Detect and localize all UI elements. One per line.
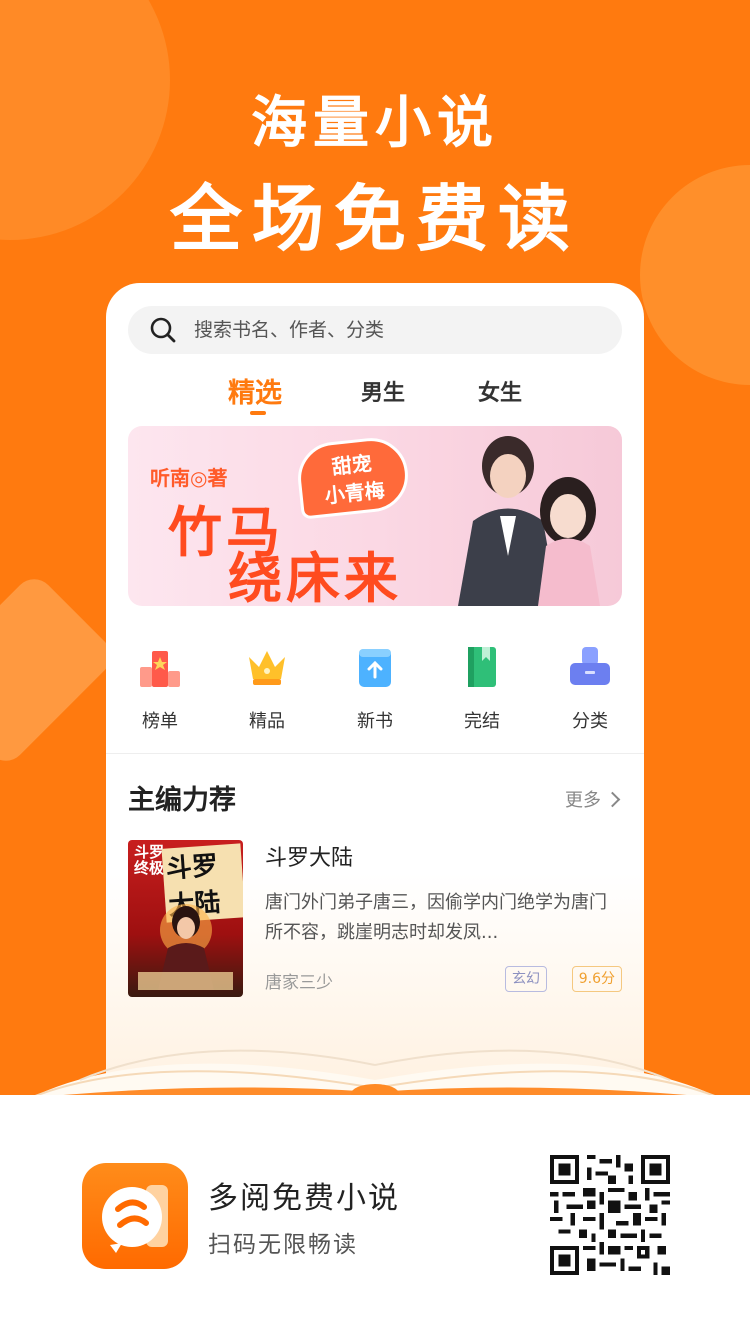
app-name: 多阅免费小说	[208, 1181, 400, 1216]
category-nav: 榜单 精品 新书 完结 分类	[106, 645, 644, 735]
qr-code-icon[interactable]	[550, 1155, 670, 1275]
promo-headline: 海量小说	[251, 91, 499, 156]
logo-icon	[102, 1185, 168, 1253]
genre-badge: 玄幻	[505, 966, 547, 992]
search-icon	[150, 317, 176, 343]
category-label: 新书	[357, 711, 393, 732]
category-icon	[570, 647, 610, 685]
category-classify[interactable]: 分类	[545, 645, 635, 733]
tab-male[interactable]: 男生	[361, 375, 405, 407]
book-description: 唐门外门弟子唐三，因偷学内门绝学为唐门所不容，跳崖明志时却发凤...	[265, 892, 607, 943]
phone-mockup: 搜索书名、作者、分类 精选 男生 女生 听南◎著 甜宠 小青梅 竹马 绕床来 榜…	[106, 283, 644, 1093]
section-divider	[106, 753, 644, 754]
category-label: 精品	[249, 711, 285, 732]
book-cover[interactable]: 斗罗 终极 斗罗大陆	[128, 840, 243, 997]
search-bar[interactable]: 搜索书名、作者、分类	[128, 306, 622, 354]
tab-bar: 精选 男生 女生	[106, 371, 644, 415]
footer: 多阅免费小说 扫码无限畅读	[0, 1095, 750, 1334]
category-new[interactable]: 新书	[330, 645, 420, 733]
category-label: 分类	[572, 711, 608, 732]
banner-author: 听南◎著	[150, 466, 228, 490]
section-title: 主编力荐	[128, 785, 236, 816]
more-link[interactable]: 更多	[565, 786, 621, 812]
new-book-icon	[359, 649, 391, 687]
finished-book-icon	[468, 647, 496, 687]
promo-banner[interactable]: 听南◎著 甜宠 小青梅 竹马 绕床来	[128, 426, 622, 606]
chevron-right-icon	[604, 791, 621, 808]
search-placeholder: 搜索书名、作者、分类	[194, 319, 385, 341]
more-label: 更多	[565, 790, 601, 811]
category-label: 榜单	[142, 711, 178, 732]
decor-shape	[0, 571, 119, 769]
couple-illustration	[458, 436, 600, 606]
tab-indicator	[250, 411, 266, 415]
promo-subheadline: 全场免费读	[169, 177, 580, 261]
ranking-icon	[140, 651, 180, 687]
app-logo	[82, 1163, 188, 1269]
cover-text: 斗罗 终极	[134, 843, 165, 877]
book-card[interactable]: 斗罗 终极 斗罗大陆 斗罗大陆 唐门外门弟子唐三，因偷学内门绝学为唐门所不容，跳…	[128, 840, 622, 1000]
category-finished[interactable]: 完结	[437, 645, 527, 733]
category-premium[interactable]: 精品	[222, 645, 312, 733]
book-title[interactable]: 斗罗大陆	[265, 840, 353, 872]
tab-featured[interactable]: 精选	[228, 371, 282, 410]
open-book-illustration	[35, 1049, 715, 1095]
category-ranking[interactable]: 榜单	[115, 645, 205, 733]
banner-title: 绕床来	[228, 547, 402, 606]
cover-art	[138, 904, 233, 990]
app-slogan: 扫码无限畅读	[208, 1232, 358, 1258]
category-label: 完结	[464, 711, 500, 732]
promo-background: 海量小说 全场免费读 搜索书名、作者、分类 精选 男生 女生 听南◎著 甜宠 小…	[0, 0, 750, 1095]
book-author: 唐家三少	[265, 973, 333, 993]
banner-tag: 甜宠 小青梅	[294, 434, 412, 520]
crown-icon	[249, 651, 285, 685]
tab-female[interactable]: 女生	[478, 375, 522, 407]
score-badge: 9.6分	[571, 966, 622, 992]
